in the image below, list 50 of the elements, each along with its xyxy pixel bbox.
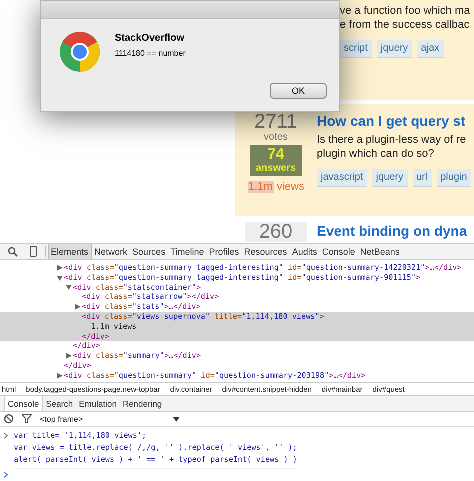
collapsed-triangle-icon[interactable]: [57, 372, 63, 379]
devtools-tab[interactable]: Timeline: [168, 244, 206, 259]
tag-link[interactable]: script: [340, 40, 372, 58]
question-excerpt: e from the success callbac: [340, 18, 470, 32]
question-title-link[interactable]: How can I get query st: [317, 112, 472, 130]
dialog-title: StackOverflow: [115, 33, 186, 44]
tag-link[interactable]: javascript: [317, 169, 368, 187]
collapsed-triangle-icon[interactable]: [66, 353, 72, 360]
circle-logo-icon: [60, 32, 100, 72]
prompt-chevron-icon: [4, 433, 8, 439]
drawer-tab[interactable]: Emulation: [76, 396, 120, 411]
drawer-tab[interactable]: Rendering: [120, 396, 166, 411]
question-excerpt: plugin which can do so?: [317, 147, 436, 161]
devtools-tab[interactable]: Network: [92, 244, 130, 259]
drawer-tab[interactable]: Console: [4, 396, 44, 411]
question-title-link[interactable]: Event binding on dyna: [317, 222, 468, 240]
tag-link[interactable]: plugin: [436, 169, 472, 187]
vote-count: 2711: [254, 112, 298, 132]
tag-link[interactable]: url: [412, 169, 432, 187]
drawer-tab[interactable]: Search: [43, 396, 76, 411]
views-count: 1.1m: [248, 181, 274, 193]
filter-icon[interactable]: [22, 414, 32, 424]
prompt-chevron-icon[interactable]: [4, 472, 8, 478]
frame-dropdown[interactable]: <top frame>: [40, 414, 180, 424]
question-excerpt: Is there a plugin-less way of re: [317, 133, 468, 147]
ok-button[interactable]: OK: [270, 83, 327, 99]
devtools-tab[interactable]: Console: [320, 244, 358, 259]
tag-link[interactable]: jquery: [376, 40, 412, 58]
tag-link[interactable]: jquery: [372, 169, 408, 187]
devtools-tab[interactable]: Resources: [242, 244, 290, 259]
caret-icon: [173, 416, 180, 422]
search-icon[interactable]: [8, 246, 18, 256]
clear-icon[interactable]: [4, 414, 14, 424]
devtools-tab[interactable]: Audits: [290, 244, 320, 259]
devtools-tab[interactable]: Elements: [48, 244, 92, 259]
views-label: views: [276, 181, 304, 193]
collapsed-triangle-icon[interactable]: [57, 264, 63, 271]
answers-badge: 74 answers: [250, 145, 302, 176]
collapsed-triangle-icon[interactable]: [75, 304, 81, 310]
question-excerpt: ve a function foo which ma: [340, 4, 470, 18]
devtools-tab[interactable]: NetBeans: [358, 244, 402, 259]
tag-link[interactable]: ajax: [417, 40, 444, 58]
dialog-message: 1114180 == number: [115, 49, 186, 58]
expanded-triangle-icon[interactable]: [66, 284, 72, 290]
phone-icon[interactable]: [30, 246, 37, 257]
devtools-tab[interactable]: Sources: [130, 244, 168, 259]
devtools-tab[interactable]: Profiles: [207, 244, 242, 259]
votes-label: votes: [264, 132, 288, 143]
vote-count: 260: [259, 222, 293, 242]
expanded-triangle-icon[interactable]: [57, 274, 63, 281]
